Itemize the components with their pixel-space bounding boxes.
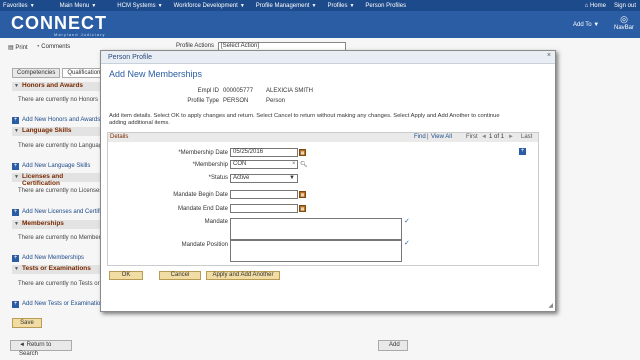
mandate-position-textarea[interactable] (230, 240, 402, 262)
plus-icon: + (12, 163, 19, 170)
return-to-search-button[interactable]: ◄ Return to Search (10, 340, 72, 357)
chevron-down-icon: ▼ (593, 22, 600, 28)
profile-type-description: Person (266, 98, 286, 104)
profile-actions-label: Profile Actions (176, 43, 215, 49)
mandate-label: Mandate (204, 219, 228, 225)
mandate-end-date-label: Mandate End Date (177, 206, 228, 212)
add-language-link[interactable]: + Add New Language Skills (12, 163, 90, 170)
save-button[interactable]: Save (12, 318, 42, 328)
section-note: There are currently no Honors an (18, 97, 107, 103)
separator: | (427, 134, 429, 140)
comment-icon: ◔ (36, 44, 40, 50)
chevron-down-icon: ▼ (289, 175, 295, 181)
section-note: There are currently no Licenses (18, 188, 103, 194)
employee-name: ALEXICIA SMITH (266, 88, 314, 94)
section-memberships[interactable]: Memberships (12, 220, 102, 229)
section-note: There are currently no Language (18, 143, 106, 149)
return-icon: ◄ (19, 342, 25, 348)
add-button[interactable]: Add (378, 340, 408, 351)
status-select[interactable]: Active ▼ (230, 174, 298, 183)
add-licenses-link[interactable]: + Add New Licenses and Certific (12, 209, 104, 216)
plus-icon: + (12, 117, 19, 124)
status-label: *Status (208, 175, 228, 181)
section-language-skills[interactable]: Language Skills (12, 127, 102, 136)
apply-and-add-another-button[interactable]: Apply and Add Another (206, 271, 280, 280)
details-header: Details Find | View All First ◄ 1 of 1 ►… (108, 133, 538, 142)
empl-id-label: Empl ID (197, 88, 219, 94)
cancel-button[interactable]: Cancel (159, 271, 201, 280)
mandate-textarea[interactable] (230, 218, 402, 240)
clear-icon[interactable]: × (292, 161, 296, 167)
section-tests[interactable]: Tests or Examinations (12, 265, 102, 274)
add-to-button[interactable]: Add To ▼ (573, 22, 599, 28)
find-link[interactable]: Find (414, 133, 426, 142)
home-icon: ⌂ (584, 2, 589, 9)
plus-icon: + (12, 255, 19, 262)
mandate-position-label: Mandate Position (181, 242, 228, 248)
menu-profiles[interactable]: Profiles ▼ (324, 3, 362, 9)
ok-button[interactable]: OK (109, 271, 143, 280)
tab-competencies[interactable]: Competencies (12, 68, 61, 78)
view-all-link[interactable]: View All (431, 133, 452, 142)
add-honors-link[interactable]: + Add New Honors and Awards (12, 117, 100, 124)
menu-favorites[interactable]: Favorites ▼ (0, 3, 43, 9)
empl-id-value: 000005777 (223, 88, 254, 94)
top-nav-bar: Favorites ▼ Main Menu ▼ HCM Systems ▼ Workf… (0, 0, 640, 11)
add-memberships-link[interactable]: + Add New Memberships (12, 255, 84, 262)
previous-icon[interactable]: ◄ (481, 133, 487, 142)
add-row-icon[interactable]: + (519, 148, 526, 155)
next-icon[interactable]: ► (508, 133, 514, 142)
profile-type-value: PERSON (223, 98, 249, 104)
membership-date-label: *Membership Date (178, 150, 228, 156)
details-title: Details (110, 134, 129, 140)
paging-indicator: 1 of 1 (489, 134, 505, 140)
calendar-icon[interactable]: ▦ (299, 149, 306, 156)
mandate-begin-date-label: Mandate Begin Date (173, 192, 228, 198)
home-link[interactable]: ⌂ Home (585, 3, 606, 9)
membership-date-input[interactable]: 05/25/2016 (230, 148, 298, 157)
spellcheck-icon[interactable]: ✓ (404, 217, 410, 225)
navbar-button[interactable]: ◎ NavBar (612, 14, 636, 38)
menu-profile-management[interactable]: Profile Management ▼ (253, 3, 325, 9)
modal-title: Person Profile (101, 51, 555, 64)
mandate-begin-date-input[interactable] (230, 190, 298, 199)
app-logo-subtitle: Maryland Judiciary (54, 32, 106, 37)
membership-label: *Membership (192, 162, 228, 168)
details-panel: Details Find | View All First ◄ 1 of 1 ►… (107, 132, 539, 266)
signout-link[interactable]: Sign out (614, 3, 636, 9)
calendar-icon[interactable]: ▦ (299, 191, 306, 198)
add-tests-link[interactable]: + Add New Tests or Examination (12, 301, 104, 308)
search-icon[interactable]: 🔍︎ (300, 161, 308, 168)
resize-handle-icon[interactable]: ◢ (548, 302, 553, 309)
print-link[interactable]: ▤ Print (8, 44, 28, 51)
menu-main-menu[interactable]: Main Menu ▼ (57, 3, 105, 9)
printer-icon: ▤ (8, 45, 14, 51)
tab-bar: Competencies Qualifications (12, 68, 109, 78)
section-note: There are currently no Member (18, 235, 101, 241)
compass-icon: ◎ (620, 14, 628, 24)
first-link[interactable]: First (466, 133, 478, 142)
section-note: There are currently no Tests or (18, 281, 100, 287)
calendar-icon[interactable]: ▦ (299, 205, 306, 212)
spellcheck-icon[interactable]: ✓ (404, 239, 410, 247)
section-honors-awards[interactable]: Honors and Awards (12, 82, 102, 91)
comments-link[interactable]: ◔ Comments (36, 44, 70, 50)
app-logo: CONNECT (11, 13, 107, 33)
person-profile-modal: Person Profile × Add New Memberships Emp… (100, 50, 556, 312)
plus-icon: + (12, 301, 19, 308)
modal-heading: Add New Memberships (109, 69, 203, 79)
profile-type-label: Profile Type (187, 98, 219, 104)
plus-icon: + (12, 209, 19, 216)
membership-input[interactable]: CON (230, 160, 298, 169)
menu-workforce-development[interactable]: Workforce Development ▼ (171, 3, 253, 9)
last-link[interactable]: Last (521, 133, 532, 142)
menu-person-profiles[interactable]: Person Profiles (362, 3, 414, 9)
instructions-text: Add item details. Select OK to apply cha… (109, 113, 500, 126)
close-icon[interactable]: × (547, 52, 551, 59)
menu-hcm-systems[interactable]: HCM Systems ▼ (114, 3, 170, 9)
mandate-end-date-input[interactable] (230, 204, 298, 213)
section-licenses[interactable]: Licenses and Certification (12, 173, 102, 187)
